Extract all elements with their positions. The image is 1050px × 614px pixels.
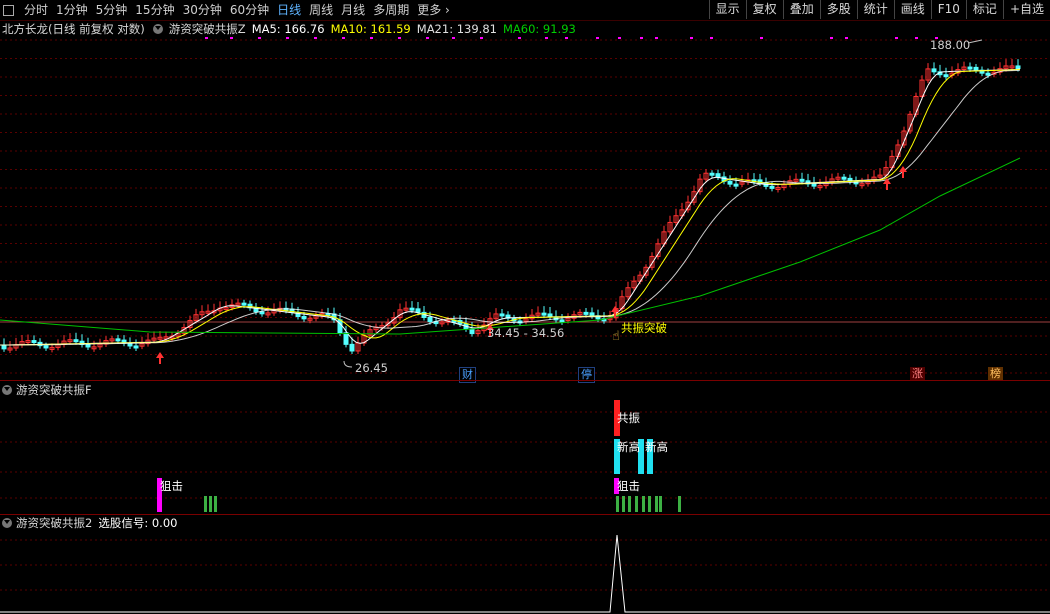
candle-down (811, 183, 817, 187)
candle-down (241, 302, 247, 306)
signal-dot (830, 37, 833, 39)
candle-down (559, 319, 565, 323)
signal-dot (518, 37, 521, 39)
candle-down (973, 66, 979, 71)
panel2-header: 游资突破共振F (0, 382, 92, 398)
candle-down (133, 345, 139, 349)
signal-dot (426, 37, 429, 39)
small-signal-bar (622, 496, 625, 512)
signal-dot (618, 37, 621, 39)
signal-dot (565, 37, 568, 39)
candle-down (841, 176, 847, 180)
small-signal-bar (655, 496, 658, 512)
panel2-title[interactable]: 游资突破共振F (16, 382, 92, 398)
buy-arrow-icon (156, 352, 164, 364)
candle-down (343, 332, 349, 345)
candle-down (415, 308, 421, 313)
range-label: 34.45 - 34.56 (487, 326, 565, 340)
candle-down (31, 340, 37, 344)
candle-down (589, 312, 595, 317)
signal-dot (640, 37, 643, 39)
candle-down (259, 311, 265, 315)
signal-dot (452, 37, 455, 39)
small-signal-bar (214, 496, 217, 512)
candle-down (715, 173, 721, 178)
small-signal-bar (616, 496, 619, 512)
pick-signal-line (0, 534, 1050, 613)
candle-down (727, 180, 733, 185)
signal-dot (480, 37, 483, 39)
signal-dot (370, 37, 373, 39)
snipe-label-2: 狙击 (617, 479, 640, 493)
small-signal-bar (678, 496, 681, 512)
small-signal-bar (659, 496, 662, 512)
resonance-label: 共振 (617, 411, 640, 425)
signal-dot (230, 37, 233, 39)
candle-down (409, 307, 415, 311)
small-signal-bar (628, 496, 631, 512)
candle-down (43, 345, 49, 349)
signal-dot (915, 37, 918, 39)
signal-dot (342, 37, 345, 39)
candle-down (115, 338, 121, 342)
signal-dot (545, 37, 548, 39)
candle-down (1015, 65, 1021, 69)
ma21-line (0, 69, 1021, 346)
candle-down (709, 172, 715, 176)
new-high-label-2: 新高 (645, 440, 668, 454)
signal-dot (596, 37, 599, 39)
panel3-dropdown-icon[interactable] (2, 518, 12, 528)
signal-dot (205, 37, 208, 39)
signal-dot (655, 37, 658, 39)
low-price-label: 26.45 (355, 361, 388, 375)
candle-down (349, 343, 355, 352)
candle-down (733, 183, 739, 187)
candle-down (943, 74, 949, 78)
high-price-label: 188.00 (930, 38, 971, 52)
new-high-label-1: 新高 (617, 440, 640, 454)
candle-down (427, 316, 433, 323)
small-signal-bar (209, 496, 212, 512)
candle-down (1, 344, 7, 350)
ma60-line (0, 157, 1021, 335)
limit-up-badge[interactable]: 涨 (910, 367, 925, 381)
signal-dot (398, 37, 401, 39)
signal-dot (760, 37, 763, 39)
small-signal-bar (635, 496, 638, 512)
resonance-breakout-label: 共振突破 (621, 321, 667, 335)
candle-down (931, 68, 937, 73)
pick-signal-value: 选股信号: 0.00 (98, 516, 178, 530)
panel3-header: 游资突破共振2 选股信号: 0.00 (0, 515, 177, 531)
hand-pointer-icon: ☝ (612, 329, 620, 344)
candle-down (985, 72, 991, 76)
buy-arrow-icon (899, 166, 907, 178)
panel2-divider (0, 380, 1050, 381)
small-signal-bar (204, 496, 207, 512)
small-signal-bar (648, 496, 651, 512)
candle-down (73, 339, 79, 343)
signal-dot (710, 37, 713, 39)
ranking-badge[interactable]: 榜 (988, 367, 1003, 381)
ma10-line (0, 68, 1021, 346)
panel2-dropdown-icon[interactable] (2, 385, 12, 395)
candle-down (967, 66, 973, 70)
signal-dot (845, 37, 848, 39)
candle-down (583, 311, 589, 315)
candle-down (499, 313, 505, 317)
low-pointer (343, 360, 353, 368)
candle-down (799, 178, 805, 182)
signal-dot (286, 37, 289, 39)
signal-dot (258, 37, 261, 39)
panel3-title[interactable]: 游资突破共振2 (16, 515, 92, 531)
small-signal-bar (642, 496, 645, 512)
signal-dot (314, 37, 317, 39)
candle-down (301, 315, 307, 320)
signal-dot (690, 37, 693, 39)
candle-down (85, 343, 91, 348)
signal-dot (895, 37, 898, 39)
candle-down (541, 312, 547, 316)
snipe-label-1: 狙击 (160, 479, 183, 493)
buy-arrow-icon (883, 178, 891, 190)
candle-down (769, 185, 775, 189)
